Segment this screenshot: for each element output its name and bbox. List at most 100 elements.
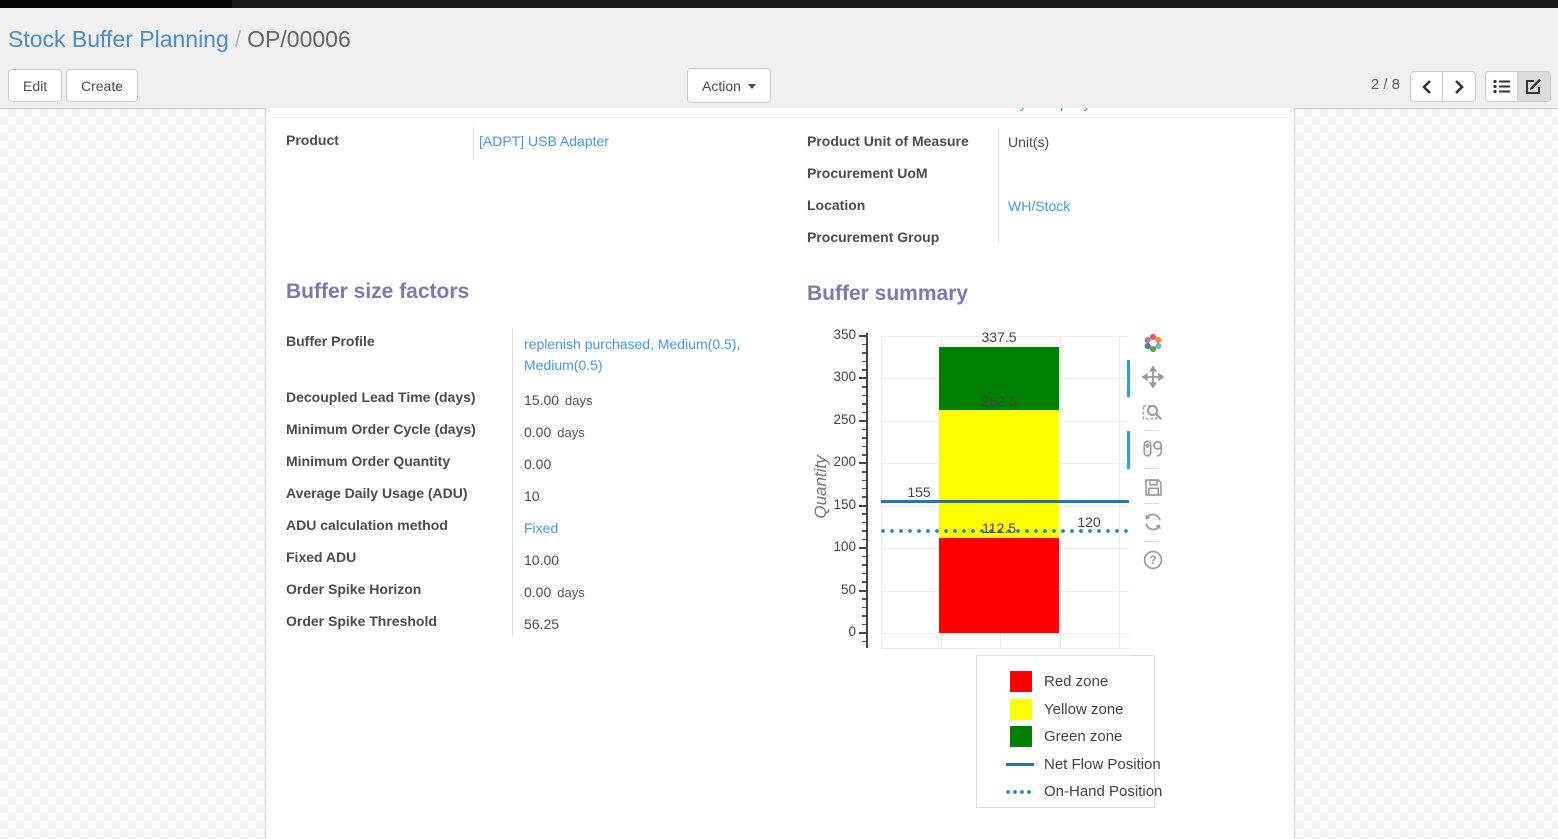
gridline xyxy=(1119,336,1120,648)
pan-icon[interactable] xyxy=(1140,364,1166,390)
product-link[interactable]: [ADPT] USB Adapter xyxy=(479,133,609,149)
control-bar: Edit Create Action 2 / 8 xyxy=(0,62,1558,109)
legend-label: Green zone xyxy=(1044,728,1122,745)
field-row: Decoupled Lead Time (days) 15.00 days xyxy=(286,382,778,414)
create-button[interactable]: Create xyxy=(66,69,138,102)
average-daily-usage-value: 10 xyxy=(524,488,540,504)
gridline xyxy=(881,336,882,648)
field-separator xyxy=(512,329,513,636)
legend-swatch-on-hand-position xyxy=(1006,790,1034,794)
field-row: ADU calculation method Fixed xyxy=(286,510,778,542)
company-link[interactable]: My Company xyxy=(1008,108,1128,111)
yellow-zone-bar[interactable] xyxy=(939,410,1059,537)
y-axis-tick xyxy=(859,632,866,634)
field-row: Product Unit of Measure Unit(s) xyxy=(807,127,1287,159)
unit-suffix: days xyxy=(565,393,592,408)
help-icon[interactable]: ? xyxy=(1140,547,1166,573)
hover-compare-icon[interactable] xyxy=(1140,436,1166,462)
minimum-order-quantity-label: Minimum Order Quantity xyxy=(286,446,512,478)
y-axis-tick xyxy=(859,505,866,507)
y-axis-tick-label: 50 xyxy=(811,582,856,597)
pager-previous-button[interactable] xyxy=(1410,71,1443,102)
divider xyxy=(272,117,1289,118)
adu-calculation-method-link[interactable]: Fixed xyxy=(524,520,558,536)
y-axis-tick xyxy=(859,377,866,379)
legend-item[interactable]: Red zone xyxy=(977,668,1154,696)
red-zone-bar[interactable] xyxy=(939,538,1059,633)
action-dropdown-label: Action xyxy=(702,78,741,94)
top-navbar-edge xyxy=(0,0,1558,8)
breadcrumb-section-link[interactable]: Stock Buffer Planning xyxy=(8,26,229,52)
on-hand-annotation: 120 xyxy=(1059,514,1119,530)
procurement-uom-label: Procurement UoM xyxy=(807,159,998,191)
right-field-group: Product Unit of Measure Unit(s) Procurem… xyxy=(807,127,1287,255)
field-row: Procurement Group xyxy=(807,223,1287,255)
form-view-icon xyxy=(1525,78,1543,95)
gridline xyxy=(1060,336,1061,648)
buffer-profile-label: Buffer Profile xyxy=(286,326,512,382)
field-row: Minimum Order Cycle (days) 0.00days xyxy=(286,414,778,446)
gridline xyxy=(881,633,1129,634)
form-view-button[interactable] xyxy=(1518,71,1551,102)
y-axis-tick xyxy=(859,547,866,549)
breadcrumb: Stock Buffer Planning/OP/00006 xyxy=(0,8,1558,62)
minimum-order-cycle-value: 0.00 xyxy=(524,424,551,440)
y-axis-line xyxy=(866,333,868,648)
green-top-annotation: 337.5 xyxy=(939,329,1059,345)
unit-suffix: days xyxy=(557,425,584,440)
red-top-annotation: 112.5 xyxy=(939,520,1059,536)
legend-swatch-net-flow-position xyxy=(1006,763,1034,766)
unit-suffix: days xyxy=(557,585,584,600)
list-view-icon xyxy=(1493,79,1511,94)
green-bottom-annotation: 262.5 xyxy=(939,393,1059,409)
chevron-down-icon xyxy=(748,84,756,89)
pager-counter: 2 / 8 xyxy=(1340,76,1400,93)
action-dropdown-button[interactable]: Action xyxy=(687,68,771,103)
field-separator xyxy=(998,128,999,243)
buffer-size-factors-table: Buffer Profile replenish purchased, Medi… xyxy=(286,326,778,638)
edit-button[interactable]: Edit xyxy=(8,69,62,102)
modebar-divider xyxy=(1144,503,1159,504)
legend-item[interactable]: Net Flow Position xyxy=(977,751,1154,779)
legend-label: Red zone xyxy=(1044,673,1108,690)
y-axis-tick xyxy=(859,420,866,422)
pager-nav xyxy=(1410,71,1476,102)
legend-item[interactable]: Green zone xyxy=(977,723,1154,751)
decoupled-lead-time-value: 15.00 xyxy=(524,392,559,408)
legend-item[interactable]: Yellow zone xyxy=(977,696,1154,724)
save-icon[interactable] xyxy=(1140,474,1166,500)
y-axis-tick xyxy=(859,335,866,337)
zoom-select-icon[interactable] xyxy=(1140,398,1166,424)
svg-text:?: ? xyxy=(1149,553,1156,567)
chart-legend: Red zone Yellow zone Green zone Net Flow… xyxy=(976,655,1155,808)
procurement-group-label: Procurement Group xyxy=(807,223,998,255)
decoupled-lead-time-label: Decoupled Lead Time (days) xyxy=(286,382,512,414)
y-axis-tick-label: 100 xyxy=(811,539,856,554)
legend-item[interactable]: On-Hand Position xyxy=(977,778,1154,806)
buffer-summary-chart: Quantity xyxy=(811,330,1186,825)
y-axis-tick-label: 150 xyxy=(811,497,856,512)
legend-swatch-red-zone xyxy=(1010,671,1032,692)
location-link[interactable]: WH/Stock xyxy=(1008,198,1070,214)
buffer-profile-link[interactable]: replenish purchased, Medium(0.5), Medium… xyxy=(524,336,740,373)
field-row: Fixed ADU 10.00 xyxy=(286,542,778,574)
plotly-logo-icon[interactable] xyxy=(1140,330,1166,356)
y-axis-tick-label: 300 xyxy=(811,369,856,384)
reset-axes-icon[interactable] xyxy=(1140,509,1166,535)
y-axis-tick-label: 200 xyxy=(811,454,856,469)
minimum-order-quantity-value: 0.00 xyxy=(524,456,551,472)
fixed-adu-label: Fixed ADU xyxy=(286,542,512,574)
adu-calculation-method-label: ADU calculation method xyxy=(286,510,512,542)
view-switcher xyxy=(1485,71,1551,102)
modebar-active-indicator xyxy=(1127,431,1130,469)
content-background: My Company Product [ADPT] USB Adapter Pr… xyxy=(0,109,1558,839)
net-flow-annotation: 155 xyxy=(889,484,949,500)
legend-swatch-yellow-zone xyxy=(1010,699,1032,720)
location-label: Location xyxy=(807,191,998,223)
field-row: Order Spike Threshold 56.25 xyxy=(286,606,778,638)
order-spike-horizon-value: 0.00 xyxy=(524,584,551,600)
breadcrumb-record-name: OP/00006 xyxy=(247,26,351,52)
legend-label: On-Hand Position xyxy=(1044,783,1162,800)
list-view-button[interactable] xyxy=(1485,71,1518,102)
pager-next-button[interactable] xyxy=(1443,71,1476,102)
